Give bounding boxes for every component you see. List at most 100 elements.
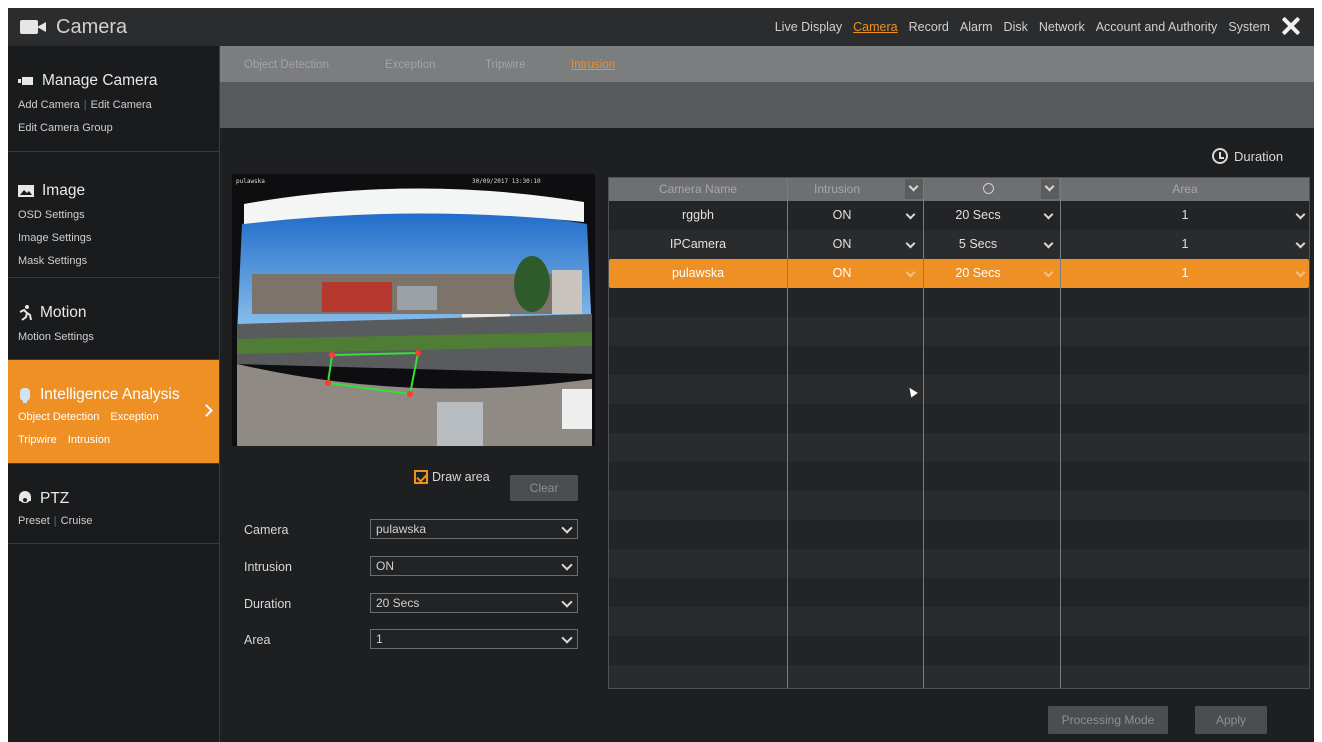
chevron-right-icon	[200, 404, 213, 417]
sidebar-title-image[interactable]: Image	[18, 182, 85, 200]
nav-alarm[interactable]: Alarm	[960, 20, 993, 34]
link-preset[interactable]: Preset	[18, 515, 50, 527]
chevron-down-icon	[561, 522, 573, 534]
app-window: Camera Live Display Camera Record Alarm …	[8, 8, 1314, 742]
sidebar-title-ptz[interactable]: PTZ	[18, 490, 69, 508]
nav-live-display[interactable]: Live Display	[775, 20, 842, 34]
column-divider	[1060, 178, 1061, 688]
link-image-settings[interactable]: Image Settings	[18, 227, 91, 250]
sidebar-title-motion[interactable]: Motion	[18, 304, 87, 322]
link-motion-settings[interactable]: Motion Settings	[18, 326, 94, 349]
column-divider	[923, 178, 924, 688]
link-edit-camera[interactable]: Edit Camera	[91, 99, 152, 111]
table-row-selected[interactable]: pulawska ON 20 Secs 1	[609, 259, 1309, 288]
sidebar-title-label: Motion	[40, 304, 87, 321]
cell-camera: pulawska	[671, 266, 725, 280]
table-row[interactable]: rggbh ON 20 Secs 1	[609, 201, 1309, 230]
sidebar-title-intelligence[interactable]: Intelligence Analysis	[18, 386, 180, 404]
link-separator	[103, 411, 106, 423]
empty-row	[609, 607, 1309, 636]
duration-select[interactable]: 20 Secs	[370, 593, 578, 613]
duration-label: Duration	[244, 597, 292, 611]
nav-system[interactable]: System	[1228, 20, 1270, 34]
camera-label: Camera	[244, 523, 289, 537]
area-select[interactable]: 1	[370, 629, 578, 649]
camera-preview[interactable]: pulawska 30/09/2017 13:30:10	[232, 174, 595, 446]
camera-select[interactable]: pulawska	[370, 519, 578, 539]
link-edit-camera-group[interactable]: Edit Camera Group	[18, 122, 113, 134]
table-header: Camera Name Intrusion Area	[609, 178, 1309, 201]
cell-camera: IPCamera	[669, 237, 727, 251]
nav-record[interactable]: Record	[909, 20, 949, 34]
sidebar-links-intelligence: Object Detection Exception Tripwire Intr…	[18, 406, 159, 452]
header-area: Area	[1172, 182, 1198, 196]
intrusion-select[interactable]: ON	[370, 556, 578, 576]
sidebar-title-label: Image	[42, 182, 86, 199]
column-divider	[787, 178, 788, 688]
draw-area-label: Draw area	[432, 470, 490, 484]
draw-area-toggle[interactable]: Draw area	[414, 470, 490, 484]
tab-bar: Object Detection Exception Tripwire Intr…	[220, 46, 1314, 82]
camera-scene-image	[232, 174, 595, 446]
link-object-detection[interactable]: Object Detection	[18, 411, 99, 423]
top-nav: Live Display Camera Record Alarm Disk Ne…	[775, 8, 1270, 46]
link-separator: |	[53, 515, 57, 527]
header-intrusion: Intrusion	[813, 182, 861, 196]
osd-camera-name: pulawska	[236, 178, 265, 185]
cell-area[interactable]: 1	[1061, 201, 1309, 230]
cell-area[interactable]: 1	[1061, 259, 1309, 288]
duration-link[interactable]: Duration	[1212, 148, 1283, 164]
cell-intrusion[interactable]: ON	[787, 201, 897, 230]
chevron-down-icon[interactable]	[905, 238, 916, 249]
checkbox-icon[interactable]	[414, 470, 428, 484]
header-camera-name: Camera Name	[658, 182, 738, 196]
link-tripwire[interactable]: Tripwire	[18, 434, 57, 446]
processing-mode-button[interactable]: Processing Mode	[1048, 706, 1168, 734]
cell-duration[interactable]: 5 Secs	[923, 230, 1033, 259]
link-add-camera[interactable]: Add Camera	[18, 99, 80, 111]
cell-area[interactable]: 1	[1061, 230, 1309, 259]
cell-duration[interactable]: 20 Secs	[923, 201, 1033, 230]
nav-disk[interactable]: Disk	[1004, 20, 1028, 34]
sidebar-title-label: Manage Camera	[42, 72, 158, 89]
nav-camera[interactable]: Camera	[853, 20, 897, 34]
link-intrusion[interactable]: Intrusion	[68, 434, 110, 446]
cell-intrusion[interactable]: ON	[787, 259, 897, 288]
cell-intrusion[interactable]: ON	[787, 230, 897, 259]
link-cruise[interactable]: Cruise	[61, 515, 93, 527]
clock-icon	[1212, 148, 1228, 164]
chevron-down-icon[interactable]	[1043, 267, 1054, 278]
tab-intrusion[interactable]: Intrusion	[571, 59, 615, 71]
tab-object-detection[interactable]: Object Detection	[244, 59, 329, 71]
sidebar-section-ptz: PTZ Preset | Cruise	[8, 464, 219, 544]
nav-account-authority[interactable]: Account and Authority	[1096, 20, 1218, 34]
table-row[interactable]: IPCamera ON 5 Secs 1	[609, 230, 1309, 259]
link-mask-settings[interactable]: Mask Settings	[18, 250, 91, 273]
clear-button[interactable]: Clear	[510, 475, 578, 501]
nav-network[interactable]: Network	[1039, 20, 1085, 34]
empty-row	[609, 665, 1309, 688]
intrusion-table: Camera Name Intrusion Area rggbh ON 20 S…	[608, 177, 1310, 689]
chevron-down-icon[interactable]	[905, 209, 916, 220]
link-exception[interactable]: Exception	[110, 411, 158, 423]
close-icon[interactable]	[1278, 13, 1304, 39]
chevron-down-icon[interactable]	[1043, 238, 1054, 249]
sidebar-section-manage-camera: Manage Camera Add Camera | Edit Camera Edi…	[8, 46, 219, 152]
sidebar-section-intelligence: Intelligence Analysis Object Detection E…	[8, 360, 219, 464]
tab-tripwire[interactable]: Tripwire	[485, 59, 525, 71]
sidebar-title-manage-camera[interactable]: Manage Camera	[18, 72, 157, 90]
chevron-down-icon[interactable]	[1043, 209, 1054, 220]
header-duration-dropdown[interactable]	[1041, 179, 1059, 199]
app-title: Camera	[56, 15, 128, 38]
chevron-down-icon[interactable]	[905, 267, 916, 278]
tab-exception[interactable]: Exception	[385, 59, 436, 71]
empty-row	[609, 433, 1309, 462]
cell-duration[interactable]: 20 Secs	[923, 259, 1033, 288]
sidebar-links-manage: Add Camera | Edit Camera Edit Camera Group	[18, 94, 152, 140]
header-intrusion-dropdown[interactable]	[905, 179, 923, 199]
intrusion-label: Intrusion	[244, 560, 292, 574]
duration-link-label: Duration	[1234, 148, 1284, 164]
chevron-down-icon	[561, 559, 573, 571]
link-osd-settings[interactable]: OSD Settings	[18, 204, 91, 227]
apply-button[interactable]: Apply	[1195, 706, 1267, 734]
